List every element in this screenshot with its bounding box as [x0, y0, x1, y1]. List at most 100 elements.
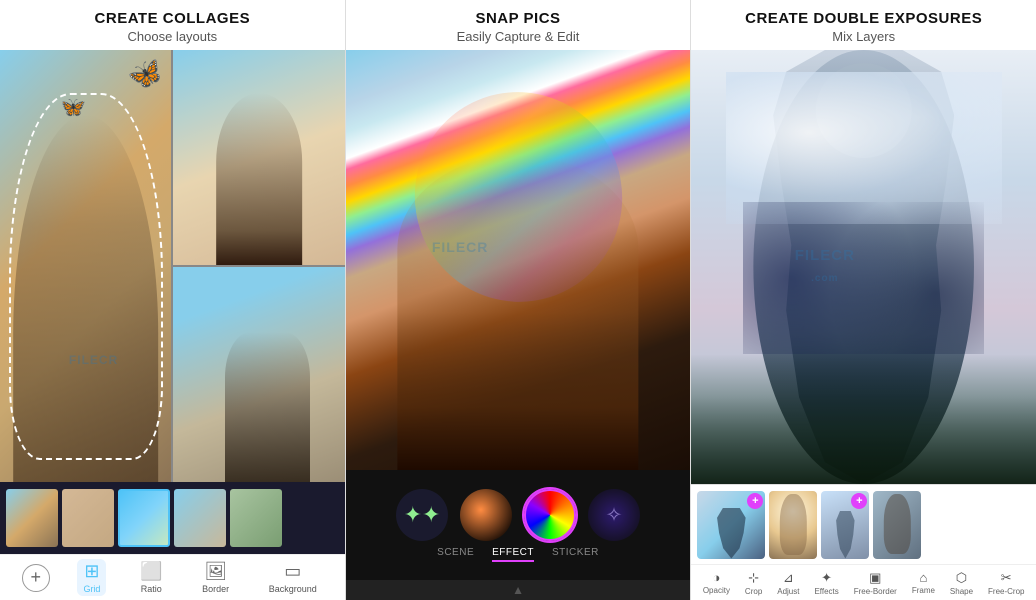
- effect-rainbow-selected[interactable]: [524, 489, 576, 541]
- ratio-label: Ratio: [141, 584, 162, 594]
- background-label: Background: [269, 584, 317, 594]
- tp3-crop[interactable]: ⊹ Crop: [745, 570, 762, 596]
- effect-sparkle[interactable]: ✧: [588, 489, 640, 541]
- main-container: CREATE COLLAGES Choose layouts 🦋 🦋: [0, 0, 1036, 600]
- add-button[interactable]: +: [22, 564, 50, 592]
- de-main-photo: FILECR.com: [691, 50, 1036, 484]
- sparkle-content: ✧: [606, 502, 623, 527]
- toolbar-grid[interactable]: ⊞ Grid: [77, 559, 106, 596]
- free-crop-icon: ✂: [1001, 570, 1012, 586]
- effects-bar: ✦✦ ✧ SCENE EFFECT STICKER: [346, 470, 691, 580]
- panel-collages: CREATE COLLAGES Choose layouts 🦋 🦋: [0, 0, 346, 600]
- collage-cell-top-right: [173, 50, 344, 265]
- tab-effect[interactable]: EFFECT: [492, 547, 534, 562]
- person-figure-tr: [216, 93, 302, 265]
- crop-label: Crop: [745, 587, 762, 596]
- butterfly-icon: 🦋: [124, 53, 168, 96]
- effect-stars[interactable]: ✦✦: [396, 489, 448, 541]
- de-thumb-person-4: [884, 494, 910, 554]
- de-toolbar: ◑ Opacity ⊹ Crop ⊿ Adjust ✦ Effects ▣: [691, 564, 1036, 600]
- ratio-icon: ⬜: [140, 561, 162, 582]
- free-border-icon: ▣: [869, 570, 881, 586]
- selection-outline: [9, 93, 163, 460]
- adjust-icon: ⊿: [783, 570, 794, 586]
- de-thumb-silhouette-1: [711, 508, 752, 559]
- tp3-free-border[interactable]: ▣ Free-Border: [854, 570, 897, 596]
- collage-thumb-4[interactable]: [174, 489, 226, 547]
- de-thumb-silhouette-3: [832, 511, 858, 559]
- effects-icon: ✦: [821, 570, 832, 586]
- collages-title: CREATE COLLAGES: [10, 10, 335, 27]
- snap-title: SNAP PICS: [356, 10, 681, 27]
- panel-snap-pics: SNAP PICS Easily Capture & Edit FILECR ✦…: [346, 0, 692, 600]
- panel-collages-header: CREATE COLLAGES Choose layouts: [0, 0, 345, 50]
- panel-snap-header: SNAP PICS Easily Capture & Edit: [346, 0, 691, 50]
- toolbar-background[interactable]: ▭ Background: [263, 559, 323, 596]
- starry-overlay: [743, 202, 984, 354]
- collage-cell-main: 🦋 🦋: [0, 50, 171, 482]
- de-content: FILECR.com + +: [691, 50, 1036, 600]
- collage-thumbs-strip: [0, 482, 345, 554]
- snap-content: FILECR ✦✦ ✧: [346, 50, 691, 600]
- collage-thumb-1[interactable]: [6, 489, 58, 547]
- frame-label: Frame: [912, 586, 935, 595]
- toolbar-ratio[interactable]: ⬜ Ratio: [134, 559, 168, 596]
- effect-gradient[interactable]: [460, 489, 512, 541]
- opacity-label: Opacity: [703, 586, 730, 595]
- effects-circles: ✦✦ ✧: [396, 489, 640, 541]
- de-thumb-2[interactable]: [769, 491, 817, 559]
- forest-overlay: [691, 354, 1036, 484]
- de-thumb-person-2: [780, 494, 806, 555]
- snap-subtitle: Easily Capture & Edit: [356, 29, 681, 44]
- tp3-free-crop[interactable]: ✂ Free-Crop: [988, 570, 1024, 596]
- stars-content: ✦✦: [404, 502, 441, 528]
- free-border-label: Free-Border: [854, 587, 897, 596]
- grid-icon: ⊞: [84, 561, 99, 582]
- grid-label: Grid: [83, 584, 100, 594]
- plus-badge-1: +: [747, 493, 763, 509]
- tp3-opacity[interactable]: ◑ Opacity: [703, 570, 730, 595]
- tp3-frame[interactable]: ⌂ Frame: [912, 570, 935, 595]
- panel-de-header: CREATE DOUBLE EXPOSURES Mix Layers: [691, 0, 1036, 50]
- free-crop-label: Free-Crop: [988, 587, 1024, 596]
- collage-grid: 🦋 🦋: [0, 50, 345, 482]
- tab-scene[interactable]: SCENE: [437, 547, 474, 562]
- tp3-adjust[interactable]: ⊿ Adjust: [777, 570, 799, 596]
- butterfly-small-icon: 🦋: [58, 93, 87, 122]
- de-title: CREATE DOUBLE EXPOSURES: [701, 10, 1026, 27]
- arrow-up-icon: ▲: [512, 583, 524, 597]
- de-thumb-1[interactable]: +: [697, 491, 765, 559]
- tp3-effects[interactable]: ✦ Effects: [814, 570, 838, 596]
- effects-label: Effects: [814, 587, 838, 596]
- toolbar-border[interactable]: 🖼 Border: [196, 559, 235, 596]
- border-label: Border: [202, 584, 229, 594]
- adjust-label: Adjust: [777, 587, 799, 596]
- collage-thumb-2[interactable]: [62, 489, 114, 547]
- bottom-arrow: ▲: [346, 580, 691, 600]
- frame-icon: ⌂: [919, 570, 927, 585]
- de-thumb-4[interactable]: [873, 491, 921, 559]
- tab-sticker[interactable]: STICKER: [552, 547, 599, 562]
- de-thumbs-strip: + +: [691, 484, 1036, 564]
- person-figure-br: [225, 332, 311, 483]
- de-subtitle: Mix Layers: [701, 29, 1026, 44]
- collage-toolbar: + ⊞ Grid ⬜ Ratio 🖼 Border ▭ Background: [0, 554, 345, 600]
- de-thumb-3[interactable]: +: [821, 491, 869, 559]
- panel-double-exposure: CREATE DOUBLE EXPOSURES Mix Layers FILEC…: [691, 0, 1036, 600]
- border-icon: 🖼: [204, 561, 227, 582]
- collages-subtitle: Choose layouts: [10, 29, 335, 44]
- tp3-shape[interactable]: ⬡ Shape: [950, 570, 973, 596]
- opacity-icon: ◑: [712, 570, 720, 585]
- collage-cell-bottom-right: [173, 267, 344, 482]
- clouds-overlay: [726, 72, 1002, 224]
- collage-thumb-3[interactable]: [118, 489, 170, 547]
- shape-label: Shape: [950, 587, 973, 596]
- snap-main-photo: FILECR: [346, 50, 691, 470]
- background-icon: ▭: [284, 561, 301, 582]
- collage-thumb-5[interactable]: [230, 489, 282, 547]
- crop-icon: ⊹: [748, 570, 759, 586]
- shape-icon: ⬡: [956, 570, 967, 586]
- effects-tabs: SCENE EFFECT STICKER: [437, 547, 599, 562]
- collages-content: 🦋 🦋: [0, 50, 345, 600]
- plus-badge-3: +: [851, 493, 867, 509]
